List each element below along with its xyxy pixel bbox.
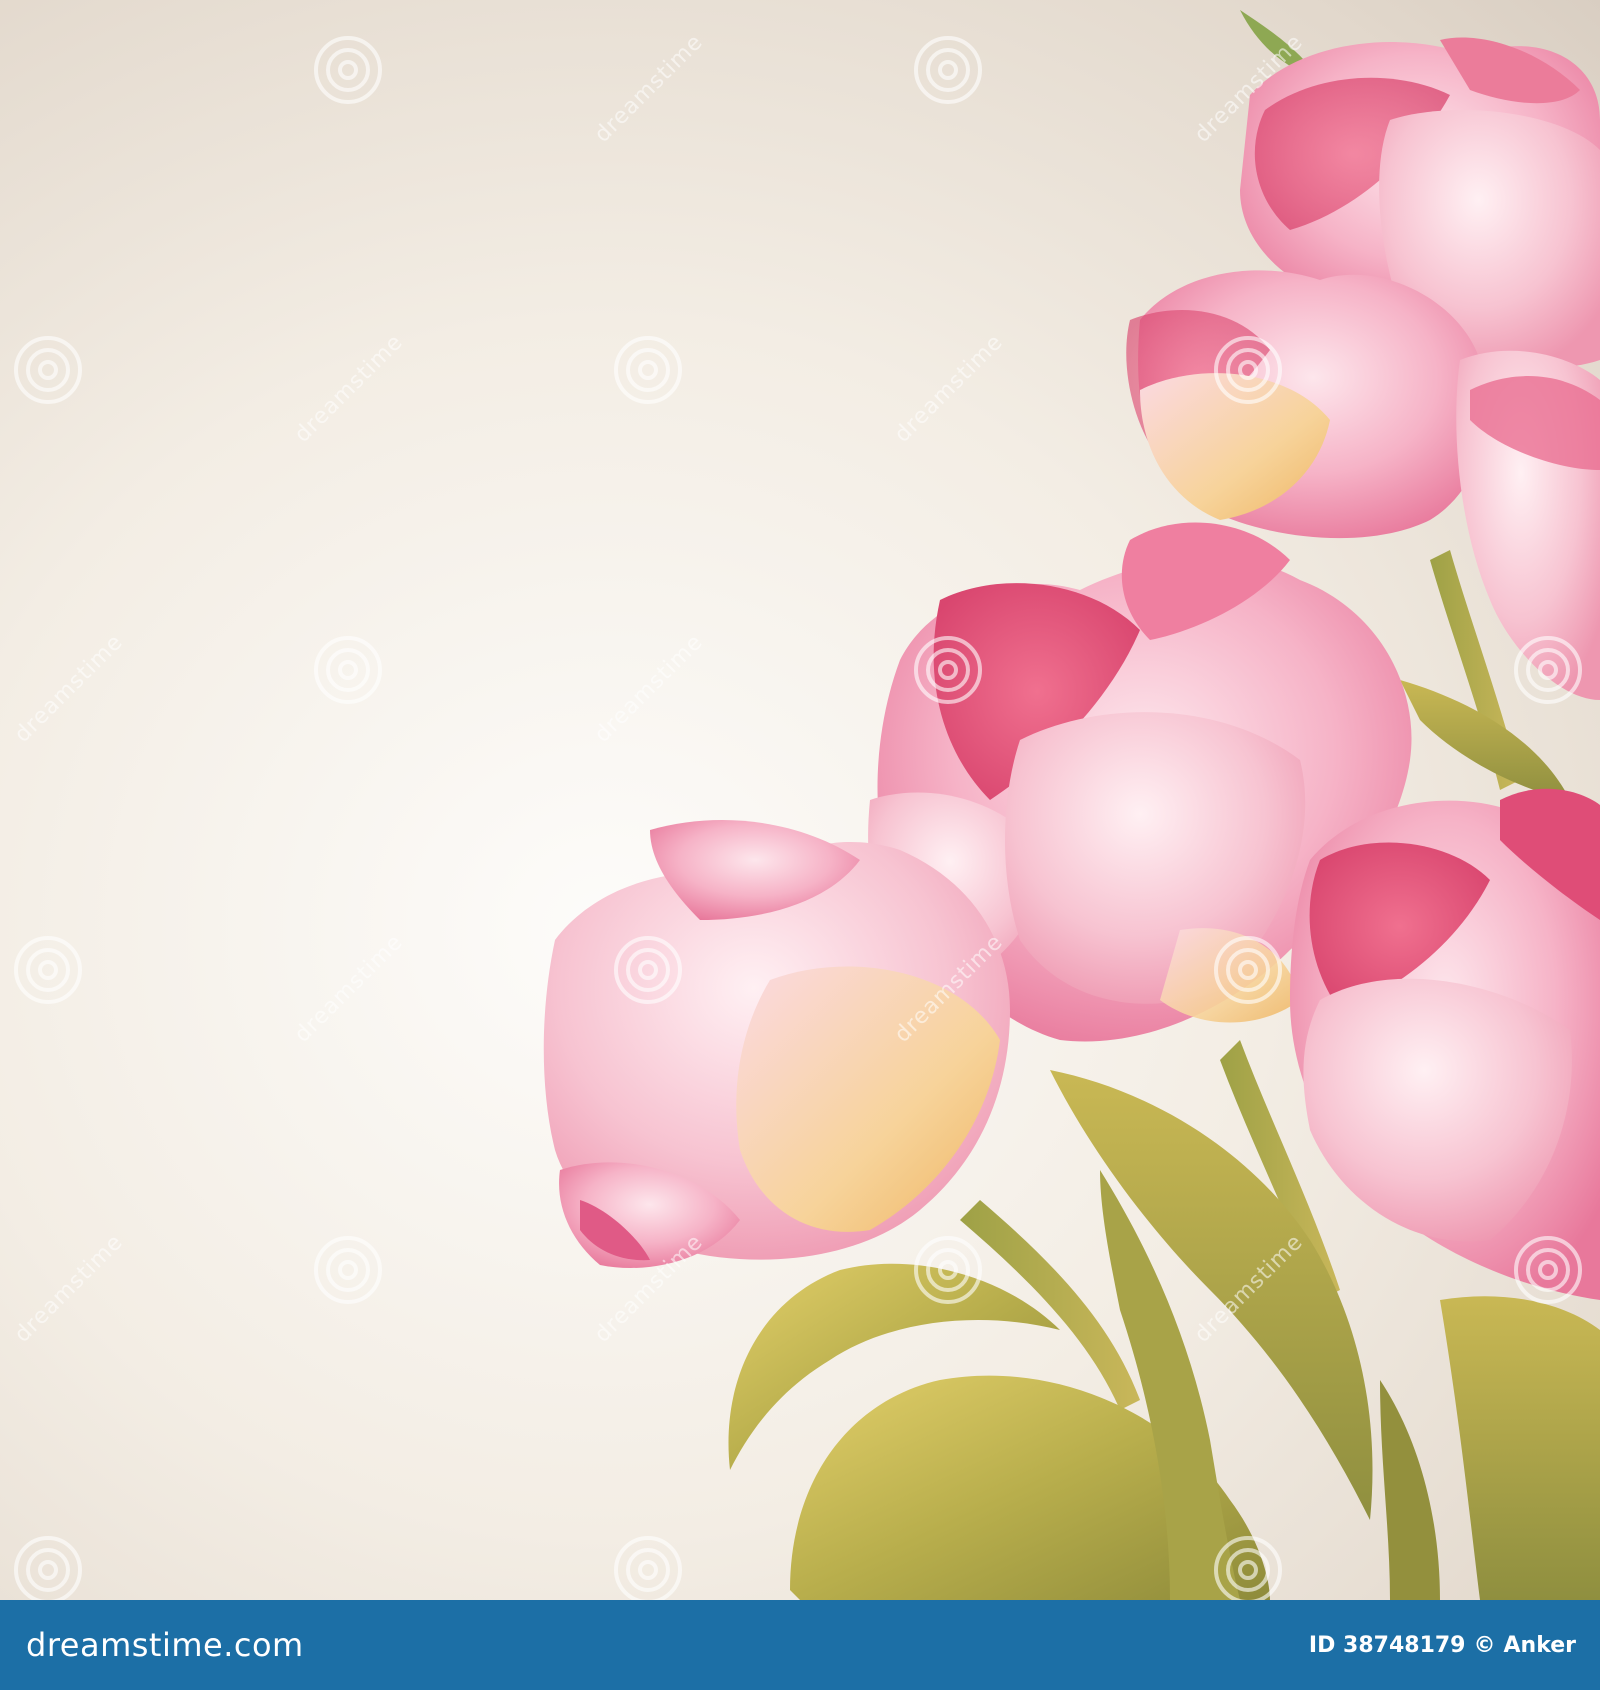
watermark-spiral-icon xyxy=(914,36,982,104)
watermark-spiral-icon xyxy=(614,1536,682,1600)
image-canvas: dreamstime dreamstime dreamstime dreamst… xyxy=(0,0,1600,1600)
dreamstime-logo[interactable]: dreamstime.com xyxy=(24,1626,304,1664)
logo-text: dreamstime.com xyxy=(26,1626,304,1664)
watermark-spiral-icon xyxy=(1214,936,1282,1004)
watermark-spiral-icon xyxy=(1514,636,1582,704)
watermark-spiral-icon xyxy=(14,936,82,1004)
watermark-spiral-icon xyxy=(314,636,382,704)
tulip-illustration xyxy=(543,10,1600,1600)
watermark-spiral-icon xyxy=(1214,336,1282,404)
watermark-spiral-icon xyxy=(314,36,382,104)
copyright-symbol: © xyxy=(1473,1632,1496,1658)
image-id: ID 38748179 xyxy=(1308,1632,1466,1658)
footer-bar: dreamstime.com ID 38748179 © Anker xyxy=(0,1600,1600,1690)
watermark-spiral-icon xyxy=(14,1536,82,1600)
watermark-spiral-icon xyxy=(914,1236,982,1304)
watermark-spiral-icon xyxy=(614,936,682,1004)
watermark-spiral-icon xyxy=(1514,1236,1582,1304)
watermark-spiral-icon xyxy=(914,636,982,704)
tulip-left xyxy=(543,820,1010,1268)
author-name: Anker xyxy=(1503,1632,1577,1658)
watermark-spiral-icon xyxy=(614,336,682,404)
watermark-spiral-icon xyxy=(314,1236,382,1304)
watermark-spiral-icon xyxy=(14,336,82,404)
watermark-spiral-icon xyxy=(1214,1536,1282,1600)
image-credit: ID 38748179 © Anker xyxy=(1309,1633,1576,1658)
tulip-lower-right xyxy=(1290,788,1600,1300)
